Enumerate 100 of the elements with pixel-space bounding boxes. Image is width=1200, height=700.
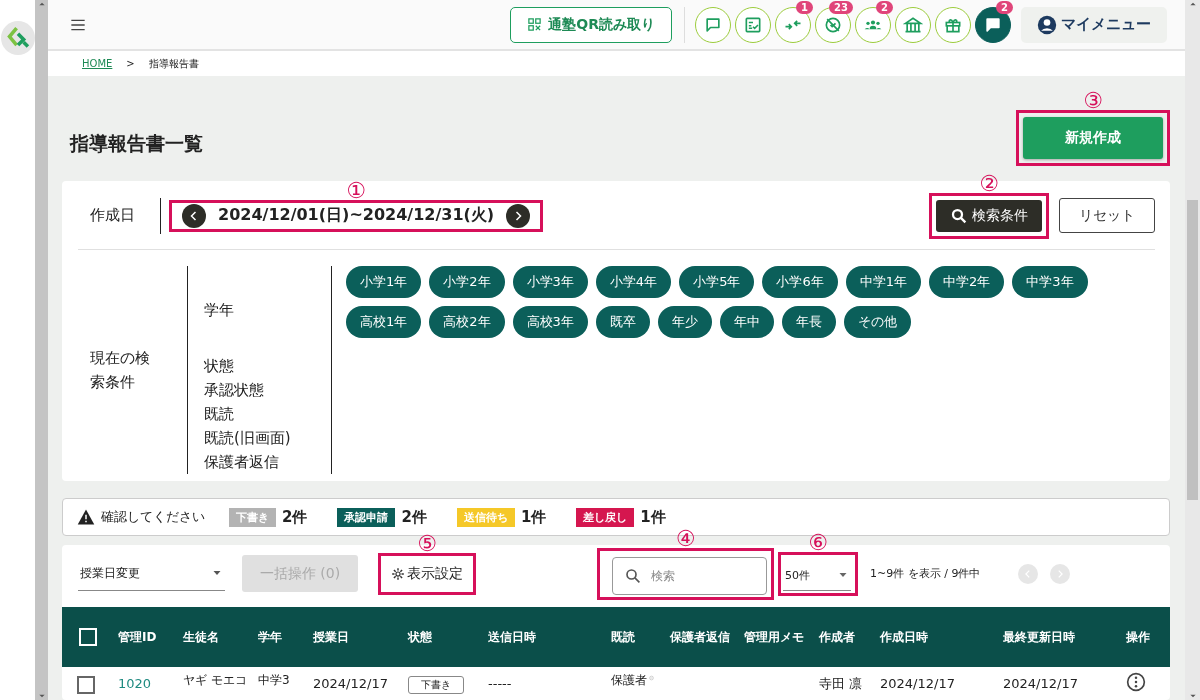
count-text: 1件 xyxy=(520,507,547,527)
column-header: 授業日 xyxy=(313,629,349,646)
table-cell: 2024/12/17 xyxy=(880,676,955,691)
condition-chip: 年中 xyxy=(719,306,774,338)
annotation-number: ④ xyxy=(675,525,696,552)
minus-circle-icon xyxy=(649,672,654,684)
condition-chip: 小学4年 xyxy=(595,266,672,298)
row-checkbox[interactable] xyxy=(77,676,95,694)
table-cell: 中学3 xyxy=(258,673,290,687)
conditions-heading: 現在の検索条件 xyxy=(90,348,151,393)
column-header: 管理ID xyxy=(118,629,157,646)
count-badge: 2 xyxy=(996,0,1013,14)
result-range: 1~9件 を表示 / 9件中 xyxy=(870,566,981,581)
chat-button[interactable] xyxy=(695,6,731,43)
annotation-number: ② xyxy=(979,170,999,197)
column-header: 既読 xyxy=(611,629,635,646)
count-text: 1件 xyxy=(640,507,666,527)
search-icon xyxy=(950,206,968,225)
condition-chip: 年長 xyxy=(781,306,836,338)
column-header: 操作 xyxy=(1126,629,1150,646)
scrollbar[interactable] xyxy=(1185,0,1200,700)
column-header: 保護者返信 xyxy=(670,629,730,646)
status-tag: 下書き xyxy=(229,507,276,527)
select-value: 50件 xyxy=(785,567,810,583)
annotation-number: ⑤ xyxy=(417,530,437,557)
condition-chip: 中学2年 xyxy=(928,266,1005,298)
qr-icon xyxy=(527,17,543,32)
condition-chip: 年少 xyxy=(657,306,712,338)
previous-button[interactable] xyxy=(182,203,206,228)
annotation-number: ⑥ xyxy=(808,529,828,556)
condition-chip: 中学3年 xyxy=(1012,266,1088,298)
my-menu-button[interactable]: マイメニュー xyxy=(1021,6,1167,43)
search-field[interactable]: 検索 xyxy=(612,556,767,595)
condition-label: 承認状態 xyxy=(204,380,265,401)
table-cell-text: 保護者 xyxy=(611,672,647,689)
more-icon[interactable] xyxy=(1126,672,1146,692)
status-tag: 下書き xyxy=(408,676,464,694)
reset-button[interactable]: リセット xyxy=(1059,198,1155,233)
condition-label: 学年 xyxy=(204,300,234,321)
date-range: 2024/12/01(日)~2024/12/31(火) xyxy=(217,205,496,226)
scrollbar[interactable] xyxy=(35,0,48,700)
count-text: 2件 xyxy=(401,507,427,527)
table-cell: 2024/12/17 xyxy=(1003,676,1078,691)
column-header: 生徒名 xyxy=(183,629,219,646)
count-badge: 23 xyxy=(829,0,853,14)
table-cell: ヤギ モエコ xyxy=(183,673,247,687)
field-label: 作成日 xyxy=(89,206,136,225)
condition-label: 保護者返信 xyxy=(204,452,280,473)
notice-text: 確認してください xyxy=(101,508,205,526)
date-change-select[interactable]: 授業日変更 xyxy=(78,556,225,591)
condition-chip: その他 xyxy=(843,306,911,338)
column-header: 送信日時 xyxy=(488,629,536,646)
checklist-button[interactable] xyxy=(735,6,771,43)
building-button[interactable] xyxy=(895,6,931,43)
display-settings-button[interactable]: 表示設定 xyxy=(389,557,465,590)
condition-label: 既読 xyxy=(204,404,235,425)
warning-icon xyxy=(77,508,95,526)
gear-icon xyxy=(391,566,405,581)
condition-chip: 中学1年 xyxy=(845,266,921,298)
condition-label: 既読(旧画面) xyxy=(204,428,292,449)
breadcrumb-link[interactable]: HOME xyxy=(82,58,113,69)
count-badge: 2 xyxy=(876,0,893,14)
condition-chip: 高校1年 xyxy=(346,306,422,338)
annotation-number: ③ xyxy=(1083,88,1103,114)
search-icon xyxy=(624,566,642,585)
condition-label: 状態 xyxy=(204,356,235,377)
condition-chip: 高校3年 xyxy=(512,306,588,338)
qr-scan-button[interactable]: 通塾QR読み取り xyxy=(510,6,672,43)
table-cell: ----- xyxy=(488,676,512,691)
breadcrumb-text: 指導報告書 xyxy=(148,56,199,71)
count-text: 2件 xyxy=(282,507,308,527)
condition-chip: 高校2年 xyxy=(429,306,505,338)
user-icon xyxy=(1037,14,1057,35)
column-header: 作成日時 xyxy=(880,629,928,646)
column-header: 最終更新日時 xyxy=(1003,629,1075,646)
next-button[interactable] xyxy=(506,203,531,228)
annotation-number: ① xyxy=(346,177,366,204)
count-badge: 1 xyxy=(796,0,813,14)
select-all-checkbox[interactable] xyxy=(79,628,97,646)
status-tag: 差し戻し xyxy=(576,507,635,527)
logo-icon xyxy=(0,21,35,55)
condition-chip: 小学5年 xyxy=(679,266,755,298)
page-title: 指導報告書一覧 xyxy=(70,131,203,156)
gift-button[interactable] xyxy=(935,6,971,43)
column-header: 学年 xyxy=(258,629,282,646)
breadcrumb-text: > xyxy=(126,58,135,69)
condition-chip: 小学6年 xyxy=(762,266,838,298)
table-cell: 寺田 凛 xyxy=(819,676,863,691)
page-size-select[interactable]: 50件 xyxy=(783,560,851,591)
status-tag: 送信待ち xyxy=(456,507,515,527)
column-header: 状態 xyxy=(408,629,432,646)
condition-chip: 既卒 xyxy=(595,306,650,338)
column-header: 管理用メモ xyxy=(744,629,804,646)
record-link[interactable]: 1020 xyxy=(118,672,152,692)
select-value: 授業日変更 xyxy=(80,564,140,582)
search-conditions-button[interactable]: 検索条件 xyxy=(936,199,1042,232)
column-header: 作成者 xyxy=(819,629,855,646)
condition-chip: 小学2年 xyxy=(429,266,505,298)
condition-chip: 小学3年 xyxy=(512,266,588,298)
condition-chip: 小学1年 xyxy=(346,266,422,298)
